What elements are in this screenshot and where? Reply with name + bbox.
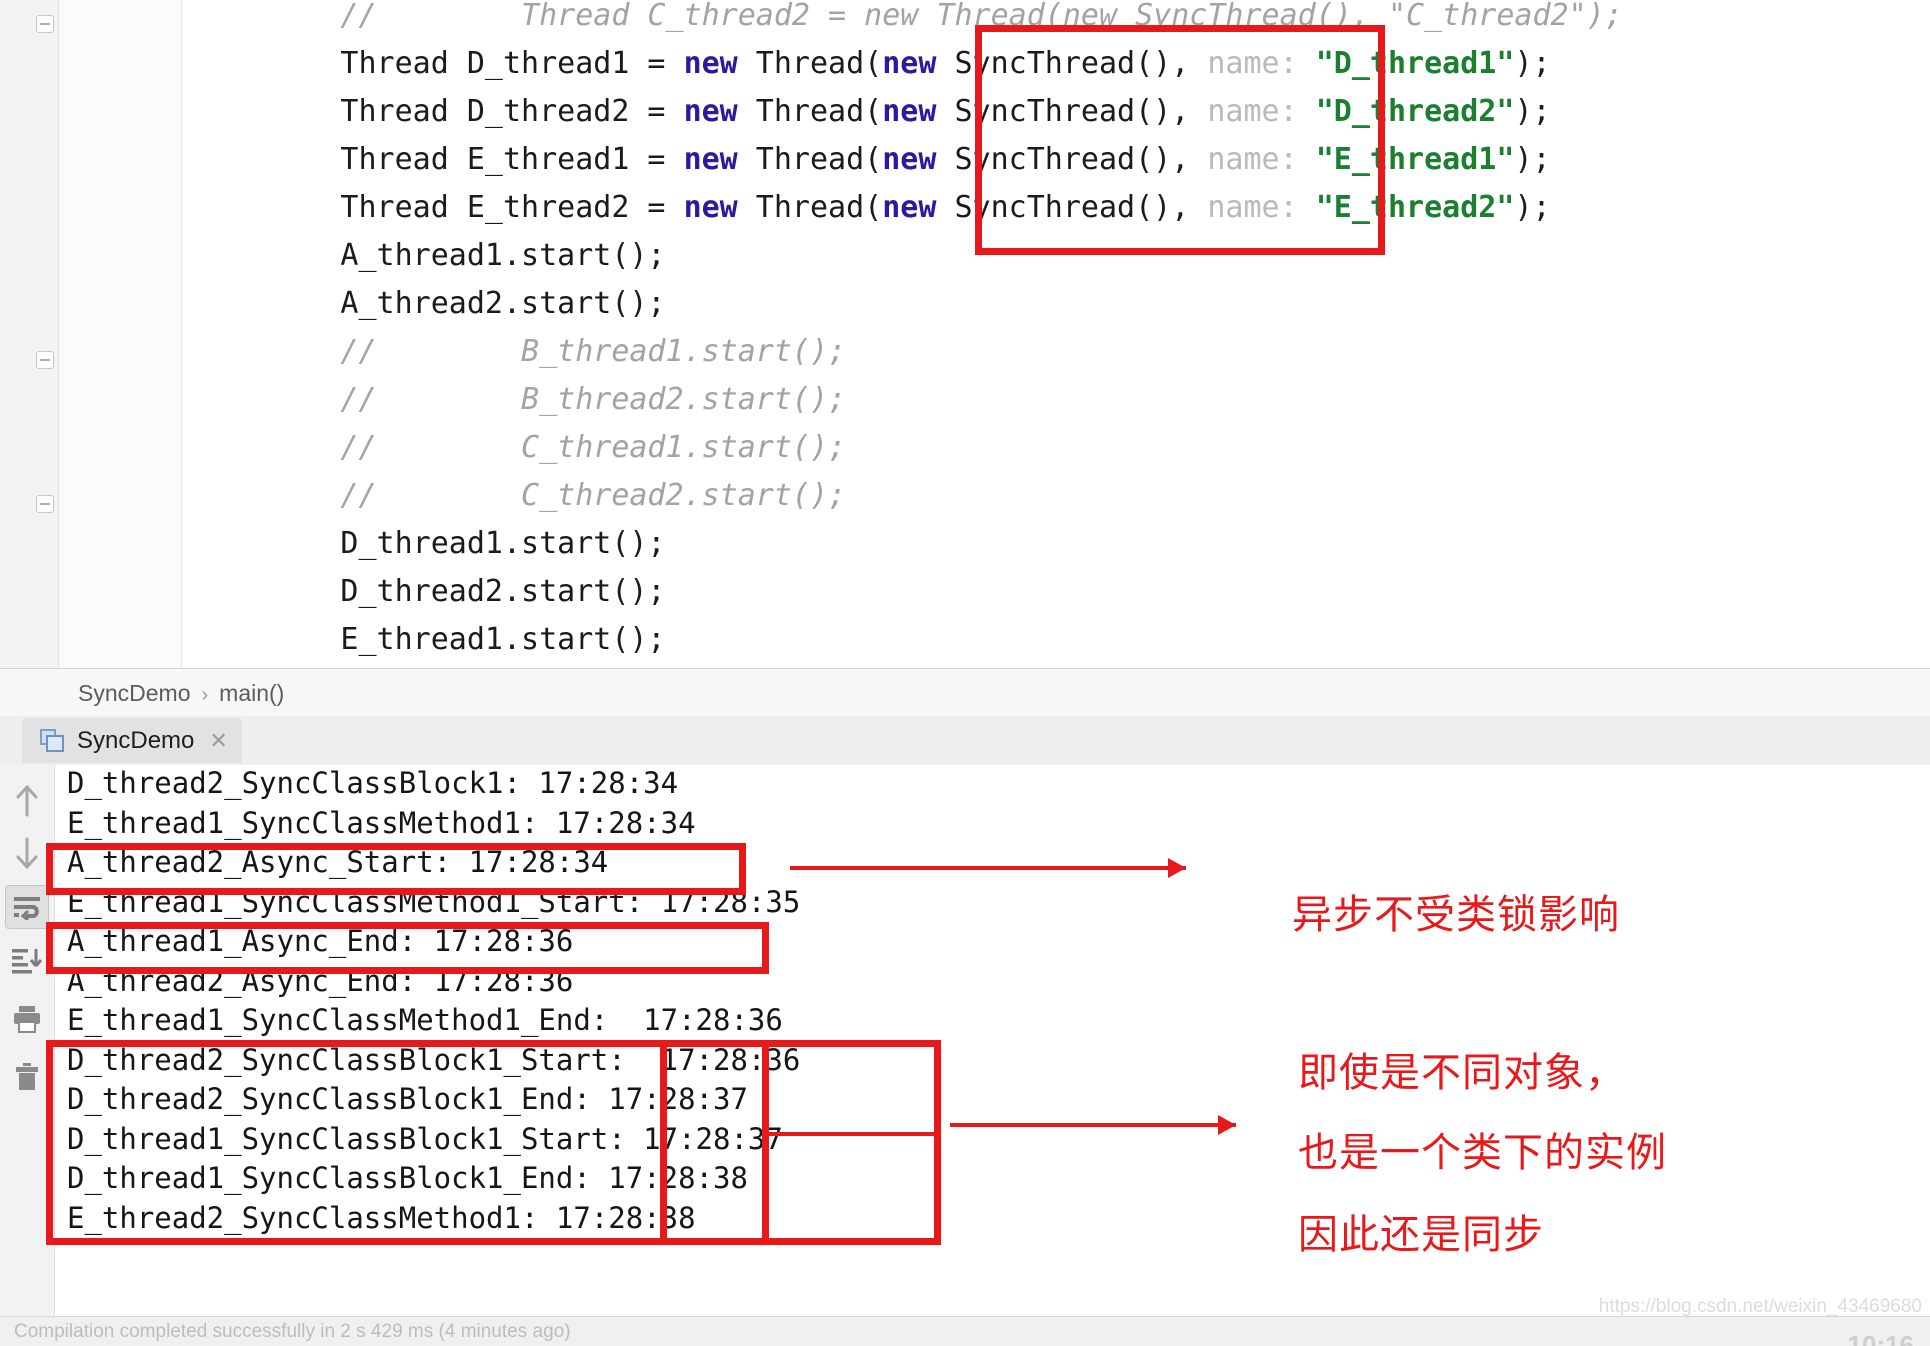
annotation-underline xyxy=(769,1132,941,1136)
code-line[interactable]: Thread E_thread1 = new Thread(new SyncTh… xyxy=(0,136,1623,184)
console-line: D_thread2_SyncClassBlock1: 17:28:34 xyxy=(67,766,679,800)
code-line-text: A_thread1.start(); xyxy=(340,238,666,273)
fold-toggle-icon[interactable] xyxy=(36,495,54,513)
console-line: A_thread2_Async_End: 17:28:36 xyxy=(67,963,574,998)
down-arrow-icon[interactable] xyxy=(5,831,49,875)
print-icon[interactable] xyxy=(5,997,49,1041)
code-line[interactable]: Thread D_thread2 = new Thread(new SyncTh… xyxy=(0,88,1623,136)
code-editor[interactable]: // Thread C_thread2 = new Thread(new Syn… xyxy=(0,0,1930,668)
up-arrow-icon[interactable] xyxy=(5,779,49,823)
code-line[interactable]: Thread D_thread1 = new Thread(new SyncTh… xyxy=(0,40,1623,88)
breadcrumb-method[interactable]: main() xyxy=(219,680,284,706)
annotation-note-2-line-1: 即使是不同对象， xyxy=(1298,1050,1626,1096)
trash-icon[interactable] xyxy=(5,1055,49,1099)
console-line: E_thread2_SyncClassMethod1: 17:28:38 xyxy=(67,1200,696,1235)
code-line[interactable]: // Thread C_thread2 = new Thread(new Syn… xyxy=(0,0,1623,40)
code-line[interactable]: D_thread2.start(); xyxy=(0,568,1623,616)
status-message: Compilation completed successfully in 2 … xyxy=(14,1321,571,1342)
code-line-text: // C_thread1.start(); xyxy=(340,430,847,465)
code-line[interactable]: Thread E_thread2 = new Thread(new SyncTh… xyxy=(0,184,1623,232)
fold-toggle-icon[interactable] xyxy=(36,15,54,33)
code-line-text: D_thread1.start(); xyxy=(340,526,666,561)
ide-window: // Thread C_thread2 = new Thread(new Syn… xyxy=(0,0,1930,1346)
annotation-arrow-1 xyxy=(790,858,1186,878)
code-content[interactable]: // Thread C_thread2 = new Thread(new Syn… xyxy=(0,0,1623,664)
annotation-divider-right xyxy=(762,1040,769,1245)
clock: 10:16 xyxy=(1847,1330,1915,1346)
breadcrumb[interactable]: SyncDemo › main() xyxy=(78,680,284,707)
annotation-note-1: 异步不受类锁影响 xyxy=(1292,892,1620,938)
console-line: E_thread1_SyncClassMethod1_End: 17:28:36 xyxy=(67,1003,783,1037)
code-line[interactable]: D_thread1.start(); xyxy=(0,520,1623,568)
code-line[interactable]: // C_thread2.start(); xyxy=(0,472,1623,520)
code-line[interactable]: E_thread1.start(); xyxy=(0,616,1623,664)
console-line: E_thread1_SyncClassMethod1: 17:28:34 xyxy=(67,805,696,840)
code-line-text: A_thread2.start(); xyxy=(340,286,666,321)
code-line-text: Thread E_thread1 = new Thread(new SyncTh… xyxy=(340,142,1551,177)
fold-toggle-icon[interactable] xyxy=(36,351,54,369)
console-toolbar xyxy=(0,765,55,1316)
console-line: D_thread1_SyncClassBlock1_Start: 17:28:3… xyxy=(67,1121,783,1156)
annotation-arrow-2 xyxy=(950,1115,1236,1135)
console-line: A_thread2_Async_Start: 17:28:34 xyxy=(67,845,609,879)
annotation-note-2-line-3: 因此还是同步 xyxy=(1298,1212,1544,1258)
breadcrumb-class[interactable]: SyncDemo xyxy=(78,680,190,706)
annotation-note-2-line-2: 也是一个类下的实例 xyxy=(1298,1130,1667,1176)
console-line: D_thread1_SyncClassBlock1_End: 17:28:38 xyxy=(67,1161,748,1195)
code-line-text: // Thread C_thread2 = new Thread(new Syn… xyxy=(340,0,1623,33)
code-line[interactable]: // B_thread2.start(); xyxy=(0,376,1623,424)
breadcrumb-bar: SyncDemo › main() xyxy=(0,668,1930,718)
code-line-text: // B_thread1.start(); xyxy=(340,334,847,369)
code-line-text: // B_thread2.start(); xyxy=(340,382,847,417)
code-line-text: D_thread2.start(); xyxy=(340,574,666,609)
run-tab-label: SyncDemo xyxy=(77,726,195,754)
code-line[interactable]: // B_thread1.start(); xyxy=(0,328,1623,376)
code-line-text: Thread D_thread1 = new Thread(new SyncTh… xyxy=(340,46,1551,81)
console-line: D_thread2_SyncClassBlock1_End: 17:28:37 xyxy=(67,1082,748,1116)
annotation-divider-left xyxy=(660,1040,667,1245)
code-line[interactable]: A_thread2.start(); xyxy=(0,280,1623,328)
code-line-text: E_thread1.start(); xyxy=(340,622,666,657)
code-line[interactable]: A_thread1.start(); xyxy=(0,232,1623,280)
scroll-to-end-icon[interactable] xyxy=(5,939,49,983)
run-tool-window: SyncDemo ✕ D_thread2_SyncClassBlock1: 17… xyxy=(0,716,1930,1316)
run-tab-strip: SyncDemo ✕ xyxy=(0,716,1930,766)
soft-wrap-icon[interactable] xyxy=(5,885,49,929)
code-line[interactable]: // C_thread1.start(); xyxy=(0,424,1623,472)
code-line-text: Thread D_thread2 = new Thread(new SyncTh… xyxy=(340,94,1551,129)
breadcrumb-separator-icon: › xyxy=(201,684,209,706)
close-icon[interactable]: ✕ xyxy=(205,728,227,754)
status-bar: Compilation completed successfully in 2 … xyxy=(0,1316,1930,1346)
run-tab-syncdemo[interactable]: SyncDemo ✕ xyxy=(22,718,242,763)
run-configuration-icon xyxy=(40,728,66,753)
watermark: https://blog.csdn.net/weixin_43469680 xyxy=(1598,1296,1922,1317)
console-line: A_thread1_Async_End: 17:28:36 xyxy=(67,924,574,958)
code-line-text: // C_thread2.start(); xyxy=(340,478,847,513)
console-line: D_thread2_SyncClassBlock1_Start: 17:28:3… xyxy=(67,1042,801,1077)
code-line-text: Thread E_thread2 = new Thread(new SyncTh… xyxy=(340,190,1551,225)
console-line: E_thread1_SyncClassMethod1_Start: 17:28:… xyxy=(67,884,801,919)
